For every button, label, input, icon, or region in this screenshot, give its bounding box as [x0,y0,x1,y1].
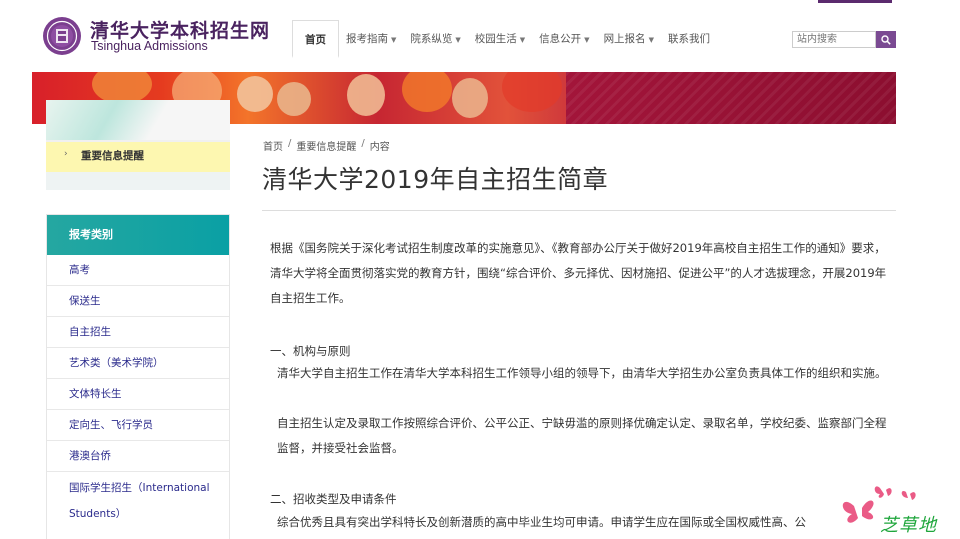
nav-item-home[interactable]: 首页 [292,20,339,58]
intro-paragraph: 根据《国务院关于深化考试招生制度改革的实施意见》、《教育部办公厅关于做好2019… [270,241,887,305]
category-item-international[interactable]: 国际学生招生（International Students） [47,472,229,530]
nav-item-contact[interactable]: 联系我们 [661,20,717,58]
caret-down-icon: ▼ [519,36,526,44]
highlight-strip-bottom [46,172,230,190]
nav-label: 报考指南 [346,33,388,45]
breadcrumb-home[interactable]: 首页 [263,138,283,153]
chevron-right-icon: › [64,149,68,159]
sidebar-highlight-link[interactable]: 重要信息提醒 [81,148,144,163]
category-item-sports-arts[interactable]: 文体特长生 [47,379,229,410]
section-paragraph: 自主招生认定及录取工作按照综合评价、公平公正、宁缺毋滥的原则择优确定认定、录取名… [277,416,887,455]
site-search [792,31,896,48]
caret-down-icon: ▼ [648,36,654,44]
nav-label: 校园生活 [474,33,517,45]
caret-down-icon: ▼ [584,36,590,44]
breadcrumb: 首页 / 重要信息提醒 / 内容 [263,138,390,153]
search-input[interactable] [792,31,876,48]
breadcrumb-separator: / [288,138,292,149]
nav-item-online-registration[interactable]: 网上报名 ▼ [597,20,661,58]
category-item-recommended[interactable]: 保送生 [47,286,229,317]
section-heading: 一、机构与原则 [270,344,351,358]
top-accent-bar [818,0,892,3]
category-menu: 报考类别 高考 保送生 自主招生 艺术类（美术学院） 文体特长生 定向生、飞行学… [46,214,230,539]
site-header: 清华大学本科招生网 Tsinghua Admissions 首页 报考指南 ▼ 院… [0,0,960,72]
site-subtitle: Tsinghua Admissions [91,39,208,53]
watermark-text: 芝草地 [880,515,937,536]
nav-item-departments[interactable]: 院系纵览 ▼ [403,20,467,58]
section-heading: 二、招收类型及申请条件 [270,492,397,506]
page-title: 清华大学2019年自主招生简章 [262,165,609,194]
banner-pattern [566,72,896,124]
category-item-targeted-pilot[interactable]: 定向生、飞行学员 [47,410,229,441]
category-menu-title: 报考类别 [47,215,229,255]
breadcrumb-section[interactable]: 重要信息提醒 [296,138,356,153]
nav-item-campus-life[interactable]: 校园生活 ▼ [468,20,532,58]
search-button[interactable] [876,31,896,48]
category-item-independent[interactable]: 自主招生 [47,317,229,348]
nav-item-guide[interactable]: 报考指南 ▼ [339,20,403,58]
section-paragraph: 综合优秀且具有突出学科特长及创新潜质的高中毕业生均可申请。申请学生应在国际或全国… [277,515,806,529]
caret-down-icon: ▼ [455,36,461,44]
nav-item-disclosure[interactable]: 信息公开 ▼ [532,20,596,58]
breadcrumb-current: 内容 [369,142,390,153]
nav-label: 院系纵览 [410,33,453,45]
category-item-hk-macao-taiwan[interactable]: 港澳台侨 [47,441,229,472]
main-nav: 首页 报考指南 ▼ 院系纵览 ▼ 校园生活 ▼ 信息公开 ▼ 网上报名 ▼ 联系我们 [292,20,717,58]
breadcrumb-separator: / [361,138,365,149]
tsinghua-logo-icon[interactable] [42,16,82,56]
nav-label: 首页 [305,34,326,46]
decorative-shape [46,100,230,140]
category-item-arts[interactable]: 艺术类（美术学院） [47,348,229,379]
search-icon [881,34,891,45]
caret-down-icon: ▼ [391,36,397,44]
category-item-gaokao[interactable]: 高考 [47,255,229,286]
sidebar-highlight-panel [46,100,230,190]
nav-label: 网上报名 [603,33,646,45]
section-paragraph: 清华大学自主招生工作在清华大学本科招生工作领导小组的领导下，由清华大学招生办公室… [277,366,887,380]
nav-label: 信息公开 [539,33,582,45]
title-divider [262,210,896,211]
nav-label: 联系我们 [667,33,710,45]
